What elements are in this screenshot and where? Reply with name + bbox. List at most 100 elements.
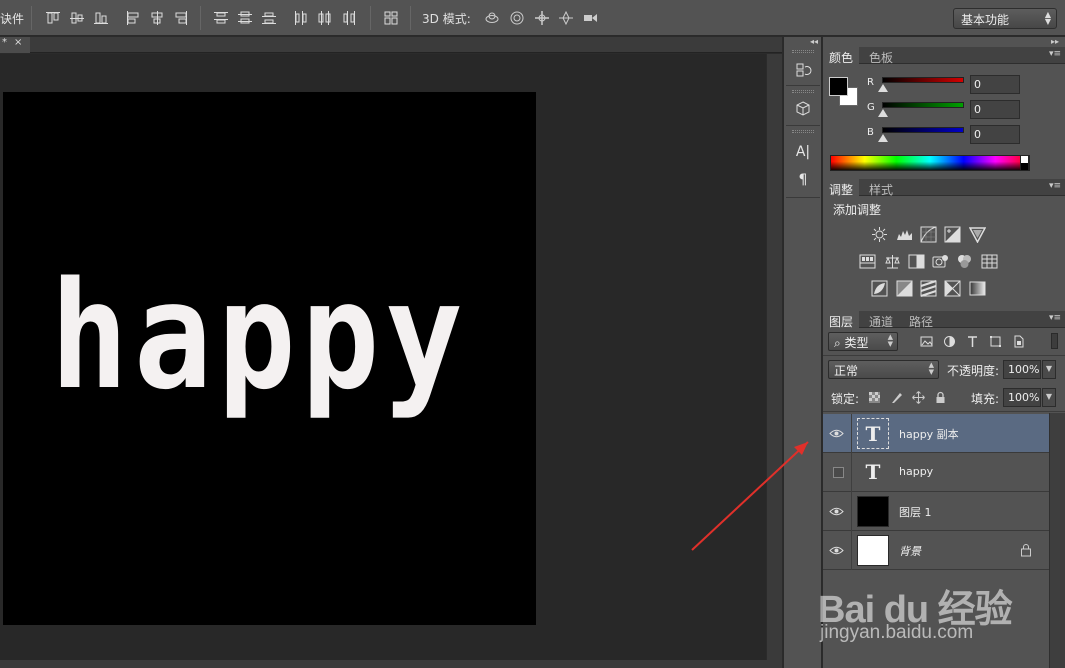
- black-white-icon[interactable]: [908, 253, 925, 270]
- red-channel-slider[interactable]: [882, 77, 964, 83]
- canvas-horizontal-scrollbar[interactable]: [0, 660, 782, 668]
- blue-channel-slider[interactable]: [882, 127, 964, 133]
- canvas-area[interactable]: happy: [0, 54, 766, 660]
- orbit-3d-icon[interactable]: [484, 10, 500, 26]
- fill-field[interactable]: 100%: [1003, 388, 1041, 407]
- color-lookup-icon[interactable]: [981, 253, 998, 270]
- roll-3d-icon[interactable]: [509, 10, 525, 26]
- character-icon[interactable]: A|: [794, 143, 812, 161]
- close-tab-icon[interactable]: ×: [14, 37, 22, 48]
- layer-filter-kind-select[interactable]: ⌕ 类型 ▲ ▼: [828, 332, 898, 351]
- color-spectrum-ramp[interactable]: [830, 155, 1030, 171]
- canvas-vertical-scrollbar[interactable]: [766, 54, 782, 660]
- opacity-dropdown-icon[interactable]: ▼: [1042, 360, 1056, 379]
- workspace-select[interactable]: 基本功能 ▲ ▼: [953, 8, 1057, 29]
- dist-hcenter-icon[interactable]: [317, 10, 333, 26]
- layer-name[interactable]: 背景: [899, 543, 921, 559]
- layer-row-happy-copy[interactable]: T happy 副本: [823, 414, 1049, 453]
- visibility-eye-icon[interactable]: [829, 504, 844, 519]
- filter-smart-object-icon[interactable]: [1012, 335, 1025, 348]
- black-white-ramp-chip[interactable]: [1020, 155, 1029, 171]
- green-channel-slider[interactable]: [882, 102, 964, 108]
- tab-paths[interactable]: 路径: [903, 311, 939, 329]
- opacity-field[interactable]: 100%: [1003, 360, 1041, 379]
- layer-row-layer-1[interactable]: 图层 1: [823, 492, 1049, 531]
- scale-3d-icon[interactable]: [582, 10, 598, 26]
- dist-right-icon[interactable]: [341, 10, 357, 26]
- 3d-icon[interactable]: [794, 100, 812, 118]
- layer-name[interactable]: happy: [899, 465, 933, 478]
- exposure-icon[interactable]: [944, 226, 961, 243]
- filter-adjustment-icon[interactable]: [943, 335, 956, 348]
- auto-align-icon[interactable]: [383, 10, 399, 26]
- lock-position-icon[interactable]: [912, 391, 925, 404]
- tab-swatches[interactable]: 色板: [863, 47, 899, 65]
- selective-color-icon[interactable]: [944, 280, 961, 297]
- panel-menu-icon[interactable]: ▾≡: [1049, 49, 1061, 59]
- lock-transparent-icon[interactable]: [868, 391, 881, 404]
- panel-menu-icon[interactable]: ▾≡: [1049, 181, 1061, 191]
- color-balance-icon[interactable]: [884, 253, 901, 270]
- filter-shape-icon[interactable]: [989, 335, 1002, 348]
- panel-menu-icon[interactable]: ▾≡: [1049, 313, 1061, 323]
- layer-row-background[interactable]: 背景: [823, 531, 1049, 570]
- posterize-icon[interactable]: [896, 280, 913, 297]
- dist-top-icon[interactable]: [213, 10, 229, 26]
- align-vcenter-icon[interactable]: [69, 10, 85, 26]
- photo-filter-icon[interactable]: [932, 253, 949, 270]
- foreground-color-swatch[interactable]: [829, 77, 848, 96]
- visibility-eye-icon[interactable]: [829, 426, 844, 441]
- invert-icon[interactable]: [871, 280, 888, 297]
- filter-pixel-icon[interactable]: [920, 335, 933, 348]
- dock-grip[interactable]: [792, 50, 814, 53]
- dist-bottom-icon[interactable]: [261, 10, 277, 26]
- dock-grip[interactable]: [792, 130, 814, 133]
- blue-value-field[interactable]: 0: [970, 125, 1020, 144]
- green-value-field[interactable]: 0: [970, 100, 1020, 119]
- tab-styles[interactable]: 样式: [863, 179, 899, 197]
- expand-dock-icon[interactable]: ▸▸: [1051, 37, 1059, 46]
- slide-3d-icon[interactable]: [558, 10, 574, 26]
- blend-mode-select[interactable]: 正常 ▲ ▼: [828, 360, 939, 379]
- visibility-toggle-off[interactable]: [833, 467, 844, 478]
- align-right-icon[interactable]: [173, 10, 189, 26]
- filter-toggle-switch[interactable]: [1051, 333, 1058, 349]
- align-top-icon[interactable]: [45, 10, 61, 26]
- dock-grip[interactable]: [792, 90, 814, 93]
- history-icon[interactable]: [794, 61, 812, 79]
- red-slider-thumb[interactable]: [878, 84, 888, 92]
- blue-slider-thumb[interactable]: [878, 134, 888, 142]
- layer-row-happy[interactable]: T happy: [823, 453, 1049, 492]
- brightness-icon[interactable]: [871, 226, 888, 243]
- dist-vcenter-icon[interactable]: [237, 10, 253, 26]
- gradient-map-icon[interactable]: [969, 280, 986, 297]
- tab-layers[interactable]: 图层: [823, 311, 860, 329]
- hue-saturation-icon[interactable]: [859, 253, 876, 270]
- curves-icon[interactable]: [920, 226, 937, 243]
- align-left-icon[interactable]: [125, 10, 141, 26]
- document-tab[interactable]: * ×: [0, 37, 30, 53]
- collapse-dock-icon[interactable]: ◂◂: [810, 37, 818, 46]
- lock-all-icon[interactable]: [934, 391, 947, 404]
- document-canvas[interactable]: happy: [3, 92, 536, 625]
- lock-pixels-icon[interactable]: [890, 391, 903, 404]
- channel-mixer-icon[interactable]: [956, 253, 973, 270]
- align-bottom-icon[interactable]: [93, 10, 109, 26]
- vibrance-icon[interactable]: [969, 226, 986, 243]
- layer-name[interactable]: 图层 1: [899, 504, 932, 520]
- align-hcenter-icon[interactable]: [149, 10, 165, 26]
- layer-name[interactable]: happy 副本: [899, 426, 959, 442]
- tab-channels[interactable]: 通道: [863, 311, 899, 329]
- red-value-field[interactable]: 0: [970, 75, 1020, 94]
- layers-scrollbar[interactable]: [1049, 413, 1065, 668]
- filter-type-icon[interactable]: [966, 335, 979, 348]
- threshold-icon[interactable]: [920, 280, 937, 297]
- visibility-eye-icon[interactable]: [829, 543, 844, 558]
- drag-3d-icon[interactable]: [534, 10, 550, 26]
- tab-adjustments[interactable]: 调整: [823, 179, 860, 197]
- canvas-text-layer[interactable]: happy: [50, 262, 468, 410]
- dist-left-icon[interactable]: [293, 10, 309, 26]
- levels-icon[interactable]: [896, 226, 913, 243]
- paragraph-icon[interactable]: ¶: [794, 171, 812, 189]
- fill-dropdown-icon[interactable]: ▼: [1042, 388, 1056, 407]
